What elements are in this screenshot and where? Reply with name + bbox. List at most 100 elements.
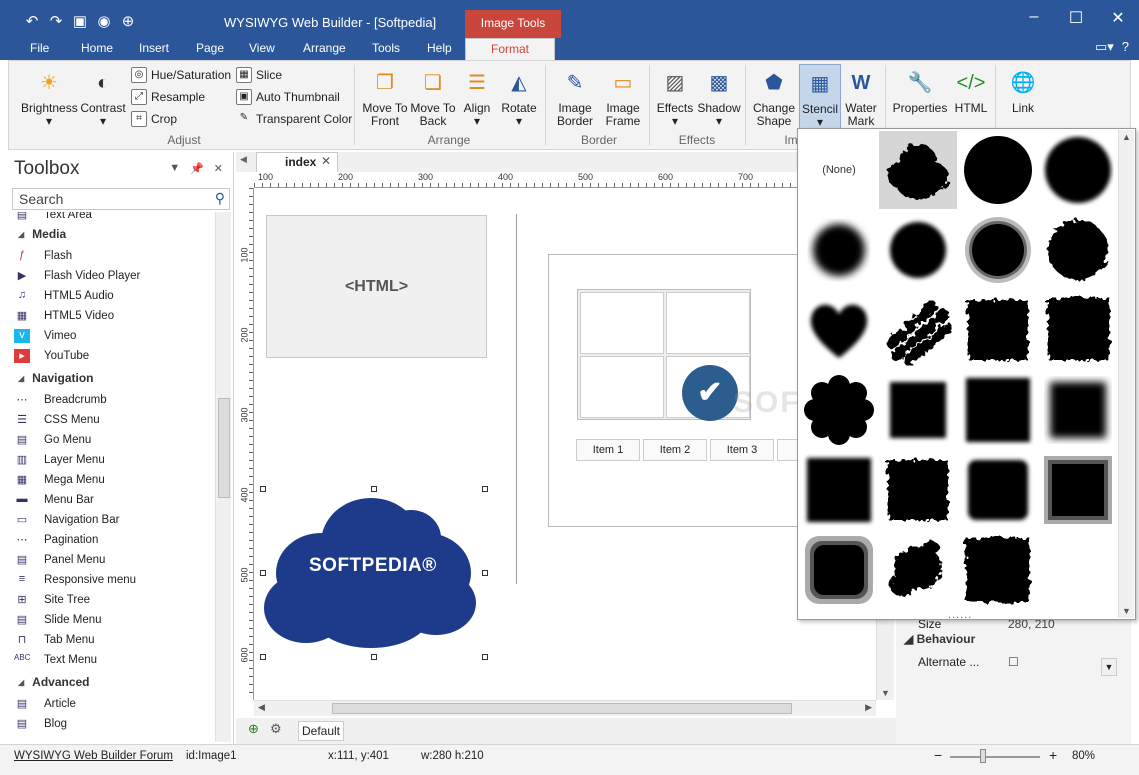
list-item[interactable]: ▦ HTML5 Video: [12, 306, 216, 326]
scroll-right-icon[interactable]: ▶: [865, 702, 872, 713]
zoom-slider[interactable]: [950, 756, 1040, 758]
stencil-flower[interactable]: [800, 371, 878, 449]
scrollbar-thumb[interactable]: [332, 703, 792, 714]
page-settings-icon[interactable]: ⚙: [270, 721, 290, 739]
publish-icon[interactable]: ⊕: [118, 12, 138, 30]
pin-icon[interactable]: 📌: [190, 162, 204, 175]
tab-page[interactable]: Page: [196, 41, 224, 55]
page-tab-default[interactable]: Default: [298, 721, 344, 741]
zoom-slider-thumb[interactable]: [980, 749, 986, 763]
resize-handle[interactable]: [260, 654, 266, 660]
dropdown-icon[interactable]: ▼: [169, 162, 180, 175]
close-button[interactable]: ✕: [1097, 8, 1139, 28]
category-navigation[interactable]: ◢ Navigation: [12, 366, 216, 390]
list-item[interactable]: ♫ HTML5 Audio: [12, 286, 216, 306]
shadow-button[interactable]: ▩ Shadow ▾: [697, 67, 741, 128]
stencil-soft-circle[interactable]: [800, 211, 878, 289]
stencil-blur-square[interactable]: [1039, 371, 1117, 449]
list-item[interactable]: ⊞ Site Tree: [12, 590, 216, 610]
list-item[interactable]: ABC Text Menu: [12, 650, 216, 670]
stencil-framed-square[interactable]: [1039, 451, 1117, 529]
stencil-splatter[interactable]: [879, 531, 957, 609]
stencil-gallery-dropdown[interactable]: (None) ...... ▲ ▼: [797, 128, 1136, 621]
layout-icon[interactable]: ▭▾: [1095, 39, 1114, 55]
watermark-button[interactable]: W Water Mark: [841, 67, 881, 128]
resize-handle[interactable]: [482, 486, 488, 492]
list-item[interactable]: ƒ Flash: [12, 246, 216, 266]
resize-handle[interactable]: [260, 486, 266, 492]
resize-handle[interactable]: [371, 654, 377, 660]
nav-item[interactable]: Item 2: [643, 439, 707, 461]
undo-icon[interactable]: ↶: [22, 12, 42, 30]
stencil-torn-square[interactable]: [1039, 291, 1117, 369]
tab-arrange[interactable]: Arrange: [303, 41, 346, 55]
nav-item[interactable]: Item 1: [576, 439, 640, 461]
scroll-down-icon[interactable]: ▼: [1122, 606, 1131, 616]
list-item[interactable]: ▬ Menu Bar: [12, 490, 216, 510]
forum-link[interactable]: WYSIWYG Web Builder Forum: [14, 750, 173, 762]
change-shape-button[interactable]: ⬟ Change Shape: [749, 67, 799, 128]
stencil-soft-square[interactable]: [879, 371, 957, 449]
scroll-left-icon[interactable]: ◀: [258, 702, 265, 713]
stencil-square[interactable]: [959, 371, 1037, 449]
auto-thumbnail-button[interactable]: ▣ Auto Thumbnail: [236, 89, 340, 105]
help-icon[interactable]: ?: [1122, 39, 1129, 55]
stencil-circle-rough[interactable]: [1039, 131, 1117, 209]
resize-handle[interactable]: [371, 486, 377, 492]
stencil-jagged-square[interactable]: [959, 531, 1037, 609]
stencil-rough-square[interactable]: [879, 451, 957, 529]
link-button[interactable]: 🌐 Link: [1003, 67, 1043, 115]
list-item[interactable]: v Vimeo: [12, 326, 216, 346]
hue-saturation-button[interactable]: ◎ Hue/Saturation: [131, 67, 231, 83]
stencil-button[interactable]: ▦ Stencil ▾: [799, 64, 841, 130]
html-placeholder[interactable]: <HTML>: [266, 215, 487, 358]
transparent-color-button[interactable]: ✎ Transparent Color: [236, 111, 352, 127]
image-border-button[interactable]: ✎ Image Border: [549, 67, 601, 128]
image-frame-button[interactable]: ▭ Image Frame: [601, 67, 645, 128]
rotate-button[interactable]: ◭ Rotate ▾: [499, 67, 539, 128]
stencil-scrollbar[interactable]: ▲ ▼: [1118, 130, 1134, 618]
scroll-down-icon[interactable]: ▼: [881, 688, 890, 698]
tab-help[interactable]: Help: [427, 41, 452, 55]
scroll-up-icon[interactable]: ▲: [1122, 132, 1131, 142]
move-to-front-button[interactable]: ❐ Move To Front: [361, 67, 409, 128]
list-item[interactable]: ▤ Panel Menu: [12, 550, 216, 570]
preview-icon[interactable]: ◉: [94, 12, 114, 30]
list-item[interactable]: ▭ Navigation Bar: [12, 510, 216, 530]
resize-handle[interactable]: [482, 570, 488, 576]
stencil-cloud[interactable]: [879, 131, 957, 209]
close-icon[interactable]: ✕: [214, 162, 223, 175]
list-item[interactable]: ▤ Text Area: [12, 212, 216, 222]
resize-handle[interactable]: [260, 570, 266, 576]
nav-item[interactable]: Item 3: [710, 439, 774, 461]
resize-grip[interactable]: ......: [948, 609, 972, 621]
category-media[interactable]: ◢ Media: [12, 222, 216, 246]
behaviour-section[interactable]: ◢ Behaviour: [904, 632, 975, 646]
stencil-heart[interactable]: [800, 291, 878, 369]
tab-file[interactable]: File: [30, 41, 49, 55]
save-icon[interactable]: ▣: [70, 12, 90, 30]
add-page-icon[interactable]: ⊕: [248, 721, 268, 739]
crop-button[interactable]: ⌗ Crop: [131, 111, 177, 127]
html-button[interactable]: </> HTML: [951, 67, 991, 115]
stencil-round-square[interactable]: [959, 451, 1037, 529]
design-canvas[interactable]: <HTML> ✔ Item 1 Item 2 Item 3 SOFTPEDIA®: [255, 188, 875, 699]
list-item[interactable]: ☰ CSS Menu: [12, 410, 216, 430]
brightness-button[interactable]: ☀ Brightness ▾: [21, 67, 78, 128]
list-item[interactable]: ⋯ Breadcrumb: [12, 390, 216, 410]
tab-format[interactable]: Format: [465, 38, 555, 60]
stencil-grunge-circle[interactable]: [1039, 211, 1117, 289]
stencil-ring-circle[interactable]: [959, 211, 1037, 289]
toolbox-search-input[interactable]: Search ⚲: [12, 188, 230, 210]
list-item[interactable]: ⊓ Tab Menu: [12, 630, 216, 650]
photo-gallery[interactable]: ✔: [577, 289, 751, 421]
list-item[interactable]: ▤ Slide Menu: [12, 610, 216, 630]
category-advanced[interactable]: ◢ Advanced: [12, 670, 216, 694]
softpedia-cloud-image[interactable]: SOFTPEDIA®: [261, 483, 483, 655]
stencil-blur-circle[interactable]: [879, 211, 957, 289]
stencil-circle[interactable]: [959, 131, 1037, 209]
stencil-scribble[interactable]: [879, 291, 957, 369]
contrast-button[interactable]: ◐ Contrast ▾: [79, 67, 127, 128]
toolbox-scrollbar[interactable]: [215, 212, 231, 742]
list-item[interactable]: ▤ Blog: [12, 714, 216, 734]
